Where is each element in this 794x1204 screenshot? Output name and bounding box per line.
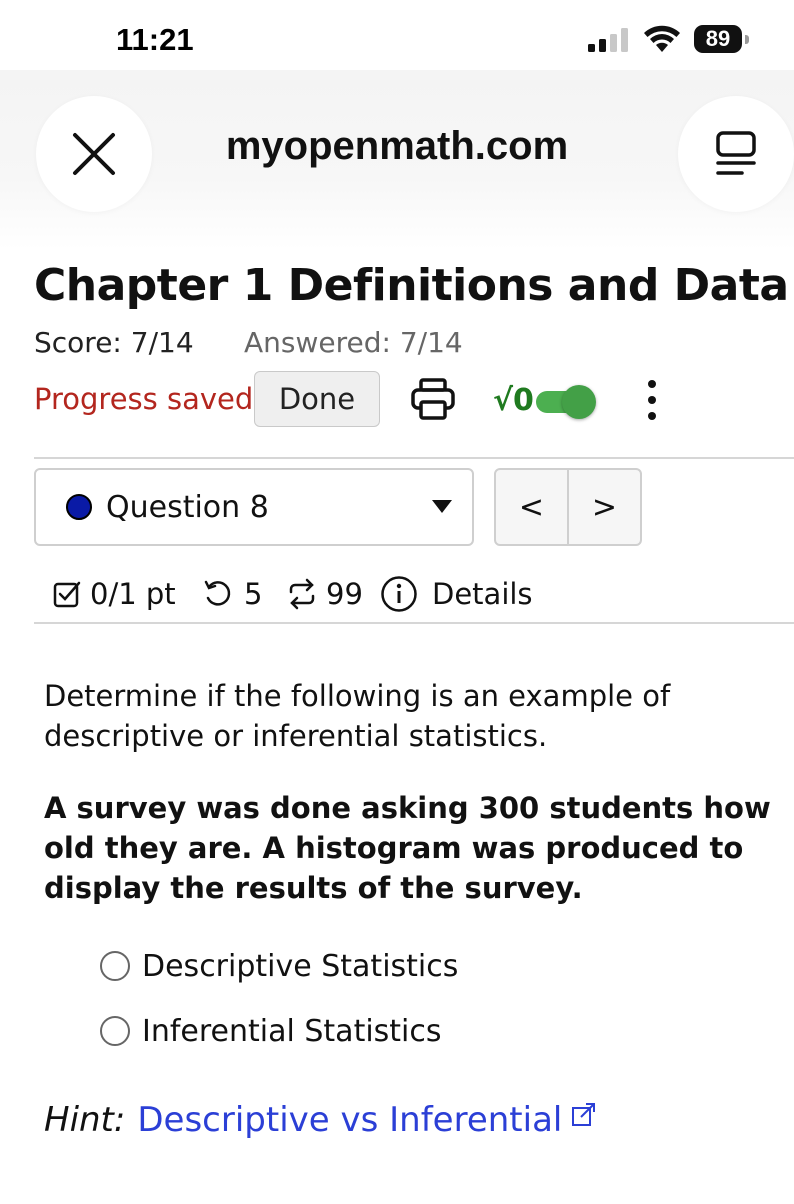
battery-cap	[745, 35, 749, 44]
status-time: 11:21	[116, 22, 194, 57]
question-nav-buttons: < >	[494, 468, 642, 546]
cell-signal-icon	[588, 28, 628, 52]
checkbox-icon	[53, 581, 81, 608]
wifi-icon	[644, 25, 680, 52]
option-descriptive[interactable]: Descriptive Statistics	[100, 946, 458, 986]
external-link-icon[interactable]	[570, 1101, 598, 1129]
prev-question-button[interactable]: <	[496, 470, 567, 544]
regens-count: 99	[326, 577, 363, 611]
score-text: Score: 7/14	[34, 326, 194, 359]
answered-text: Answered: 7/14	[244, 326, 463, 359]
info-icon	[381, 576, 417, 612]
print-icon[interactable]	[410, 377, 456, 421]
option-inferential[interactable]: Inferential Statistics	[100, 1011, 442, 1051]
math-label: √0	[493, 382, 534, 418]
regenerate-icon	[289, 578, 315, 610]
divider	[34, 457, 794, 459]
question-prompt: Determine if the following is an example…	[44, 679, 671, 753]
tabs-icon	[716, 131, 756, 175]
question-status-dot	[66, 494, 92, 520]
question-stem: A survey was done asking 300 students ho…	[44, 791, 771, 905]
toggle-knob	[561, 385, 596, 419]
points-info: 0/1 pt	[52, 574, 176, 614]
toggle-switch[interactable]	[535, 385, 596, 419]
details-toggle[interactable]: Details	[380, 574, 533, 614]
math-entry-toggle[interactable]: √0	[493, 376, 596, 424]
chevron-down-icon[interactable]	[432, 500, 452, 513]
battery-indicator: 89	[694, 25, 742, 53]
option-label[interactable]: Descriptive Statistics	[142, 949, 458, 984]
hint-link[interactable]: Descriptive vs Inferential	[137, 1100, 562, 1140]
tabs-menu-button[interactable]	[678, 96, 794, 212]
done-button[interactable]: Done	[254, 371, 380, 427]
radio-button[interactable]	[100, 1016, 130, 1046]
url-label[interactable]: myopenmath.com	[0, 124, 794, 169]
more-options-icon[interactable]	[640, 376, 664, 424]
retries-count: 5	[244, 577, 263, 611]
radio-button[interactable]	[100, 951, 130, 981]
hint-row: Hint: Descriptive vs Inferential	[44, 1100, 598, 1140]
progress-saved-text: Progress saved	[34, 382, 254, 416]
points-text: 0/1 pt	[90, 577, 176, 611]
retry-icon	[204, 580, 231, 606]
option-label[interactable]: Inferential Statistics	[142, 1014, 442, 1049]
question-select-label[interactable]: Question 8	[106, 490, 269, 525]
hint-label: Hint:	[44, 1100, 126, 1140]
page-title: Chapter 1 Definitions and Data	[34, 260, 789, 311]
divider	[34, 622, 794, 624]
retries-info: 5	[202, 574, 262, 614]
details-label[interactable]: Details	[432, 577, 533, 611]
next-question-button[interactable]: >	[567, 470, 640, 544]
regens-info: 99	[286, 574, 363, 614]
